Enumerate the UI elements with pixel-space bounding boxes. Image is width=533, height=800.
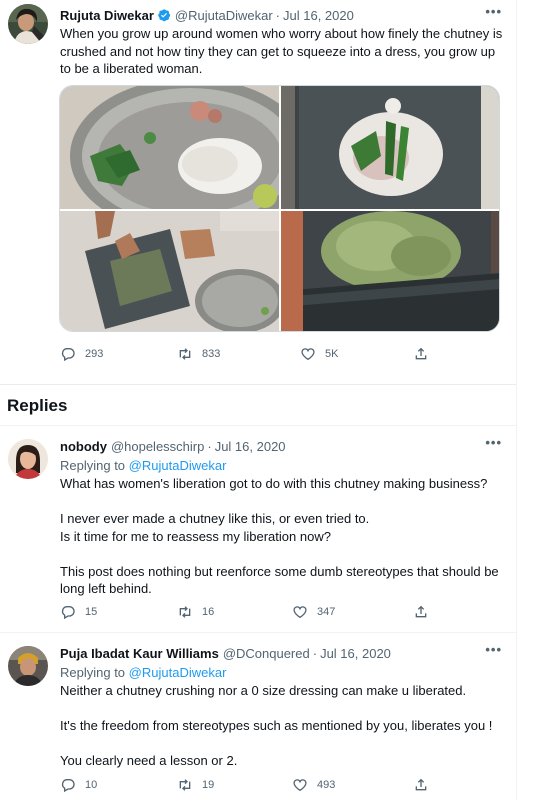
media-photo-1[interactable] <box>60 86 279 209</box>
reply-action[interactable]: 293 <box>60 345 103 363</box>
tweet-media-grid[interactable] <box>59 85 500 332</box>
reply-icon <box>61 348 75 362</box>
reply-count: 15 <box>85 606 98 618</box>
replies-divider <box>0 425 516 426</box>
more-options-icon[interactable]: ••• <box>485 642 502 657</box>
reply-text: What has women's liberation got to do wi… <box>60 475 505 598</box>
tweet-date[interactable]: Jul 16, 2020 <box>283 8 354 23</box>
share-action[interactable] <box>413 603 438 621</box>
reply-author-handle[interactable]: @DConquered <box>223 646 310 661</box>
reply-divider <box>0 632 516 633</box>
like-count: 493 <box>317 779 336 791</box>
section-divider <box>0 384 516 385</box>
reply-date[interactable]: Jul 16, 2020 <box>320 646 391 661</box>
reply-count: 10 <box>85 779 98 791</box>
author-handle[interactable]: @RujutaDiwekar <box>175 8 273 23</box>
tweet-actions: 293 833 5K <box>60 345 460 363</box>
media-photo-3[interactable] <box>60 211 279 331</box>
author-avatar[interactable] <box>8 4 48 44</box>
replying-to-prefix: Replying to <box>60 665 126 680</box>
reply-actions: 15 16 347 <box>60 603 460 621</box>
tweet-text: When you grow up around women who worry … <box>60 26 503 76</box>
replies-heading: Replies <box>7 396 68 415</box>
reply-icon <box>61 606 75 620</box>
retweet-count: 16 <box>202 606 215 618</box>
reply-author-name[interactable]: nobody <box>60 439 107 454</box>
reply-author-avatar[interactable] <box>8 646 48 686</box>
reply-action[interactable]: 15 <box>60 603 97 621</box>
reply-paragraph: I never ever made a chutney like this, o… <box>60 511 370 526</box>
column-border <box>516 0 517 800</box>
reply-actions: 10 19 493 <box>60 776 460 794</box>
reply-tweet[interactable]: nobody @hopelesschirp · Jul 16, 2020 •••… <box>0 435 516 632</box>
reply-paragraph: You clearly need a lesson or 2. <box>60 753 238 768</box>
reply-tweet[interactable]: Puja Ibadat Kaur Williams @DConquered · … <box>0 642 516 800</box>
reply-count: 293 <box>85 348 104 360</box>
reply-action[interactable]: 10 <box>60 776 97 794</box>
share-action[interactable] <box>413 345 438 363</box>
reply-paragraph: Is it time for me to reassess my liberat… <box>60 528 331 544</box>
like-action[interactable]: 347 <box>292 603 335 621</box>
heart-icon <box>293 606 307 619</box>
retweet-icon <box>179 779 191 791</box>
reply-paragraph: Neither a chutney crushing nor a 0 size … <box>60 683 467 698</box>
header-dot: · <box>275 7 280 23</box>
reply-author-name[interactable]: Puja Ibadat Kaur Williams <box>60 646 219 661</box>
reply-header: nobody @hopelesschirp · Jul 16, 2020 ••• <box>60 435 502 455</box>
more-options-icon[interactable]: ••• <box>485 4 502 19</box>
replying-to: Replying to @RujutaDiwekar <box>60 665 226 680</box>
reply-author-handle[interactable]: @hopelesschirp <box>111 439 204 454</box>
retweet-count: 833 <box>202 348 221 360</box>
like-action[interactable]: 5K <box>300 345 338 363</box>
retweet-action[interactable]: 833 <box>177 345 220 363</box>
heart-icon <box>301 348 315 361</box>
header-dot: · <box>207 438 212 454</box>
reply-paragraph: It's the freedom from stereotypes such a… <box>60 718 493 733</box>
retweet-icon <box>179 606 191 618</box>
reply-date[interactable]: Jul 16, 2020 <box>215 439 286 454</box>
author-name[interactable]: Rujuta Diwekar <box>60 8 154 23</box>
share-icon <box>415 347 427 360</box>
like-count: 5K <box>325 348 339 360</box>
reply-paragraph: What has women's liberation got to do wi… <box>60 476 488 491</box>
verified-badge-icon <box>157 8 171 22</box>
reply-text: Neither a chutney crushing nor a 0 size … <box>60 682 505 770</box>
replying-to-mention[interactable]: @RujutaDiwekar <box>129 665 227 680</box>
tweet-header: Rujuta Diwekar @RujutaDiwekar · Jul 16, … <box>60 4 502 24</box>
retweet-action[interactable]: 16 <box>177 603 214 621</box>
media-photo-2[interactable] <box>281 86 499 209</box>
retweet-action[interactable]: 19 <box>177 776 214 794</box>
share-icon <box>415 605 427 618</box>
replying-to: Replying to @RujutaDiwekar <box>60 458 226 473</box>
like-action[interactable]: 493 <box>292 776 335 794</box>
share-icon <box>415 778 427 791</box>
heart-icon <box>293 779 307 792</box>
main-tweet[interactable]: Rujuta Diwekar @RujutaDiwekar · Jul 16, … <box>0 0 516 384</box>
reply-paragraph: This post does nothing but reenforce som… <box>60 563 499 597</box>
like-count: 347 <box>317 606 336 618</box>
header-dot: · <box>312 645 318 661</box>
more-options-icon[interactable]: ••• <box>485 435 502 450</box>
reply-icon <box>61 779 75 793</box>
media-photo-4[interactable] <box>281 211 499 331</box>
replying-to-prefix: Replying to <box>60 458 126 473</box>
share-action[interactable] <box>413 776 438 794</box>
reply-author-avatar[interactable] <box>8 439 48 479</box>
retweet-icon <box>179 348 191 360</box>
reply-header: Puja Ibadat Kaur Williams @DConquered · … <box>60 642 502 662</box>
replying-to-mention[interactable]: @RujutaDiwekar <box>129 458 227 473</box>
retweet-count: 19 <box>202 779 215 791</box>
